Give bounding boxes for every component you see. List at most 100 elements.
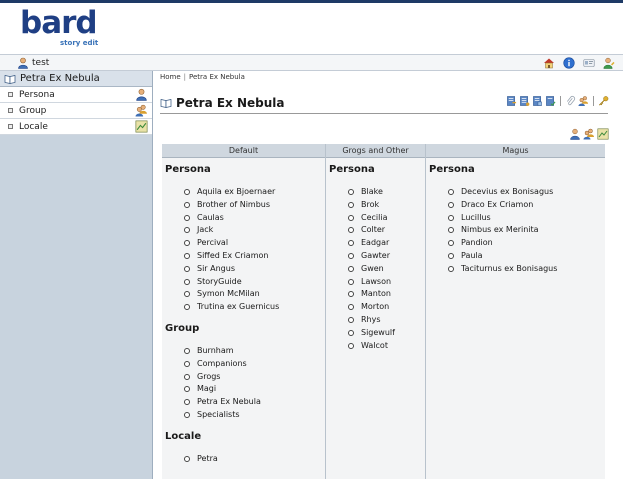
list-item[interactable]: Trutina ex Guernicus [162, 301, 325, 314]
list-item[interactable]: Pandion [426, 237, 605, 250]
map-icon[interactable] [135, 120, 148, 133]
home-icon[interactable] [543, 57, 555, 69]
table-toolbar [569, 128, 609, 140]
list-item[interactable]: Siffed Ex Criamon [162, 250, 325, 263]
list-item[interactable]: Burnham [162, 345, 325, 358]
sidebar-item-locale[interactable]: Locale [0, 119, 152, 135]
list-item[interactable]: Lucillus [426, 212, 605, 225]
add-locale-icon[interactable] [597, 128, 609, 140]
list-item[interactable]: Companions [162, 358, 325, 371]
list-item[interactable]: Nimbus ex Merinita [426, 224, 605, 237]
list-item[interactable]: Decevius ex Bonisagus [426, 186, 605, 199]
column-grogs-and-other: Grogs and Other Persona Blake Brok Cecil… [326, 144, 426, 479]
toolbar-divider [593, 96, 594, 106]
group-icon[interactable] [135, 104, 148, 117]
username: test [32, 58, 50, 68]
list-item[interactable]: Gwen [326, 263, 425, 276]
app-header: bard story edit [0, 3, 623, 54]
list-item[interactable]: Morton [326, 301, 425, 314]
app-logo[interactable]: bard [20, 7, 98, 39]
key-icon[interactable] [598, 95, 609, 107]
list-item[interactable]: Brother of Nimbus [162, 199, 325, 212]
user-bar: test [0, 54, 623, 71]
column-header[interactable]: Magus [426, 144, 605, 158]
list-item[interactable]: Sir Angus [162, 263, 325, 276]
users-icon[interactable] [578, 95, 589, 107]
breadcrumb-current[interactable]: Petra Ex Nebula [189, 73, 245, 81]
sidebar: Petra Ex Nebula Persona Group Locale [0, 71, 153, 479]
list-item[interactable]: Jack [162, 224, 325, 237]
sidebar-item-label: Persona [19, 89, 55, 100]
list-item[interactable]: Blake [326, 186, 425, 199]
list-item[interactable]: Colter [326, 224, 425, 237]
sidebar-root-item[interactable]: Petra Ex Nebula [0, 71, 152, 87]
user-icon [18, 57, 28, 69]
book-icon [160, 99, 172, 108]
sidebar-item-group[interactable]: Group [0, 103, 152, 119]
list-item[interactable]: Specialists [162, 409, 325, 422]
list-item[interactable]: Walcot [326, 340, 425, 353]
persona-list: Aquila ex Bjoernaer Brother of Nimbus Ca… [162, 186, 325, 314]
id-card-icon[interactable] [583, 57, 595, 69]
column-header[interactable]: Default [162, 144, 325, 158]
list-item[interactable]: Manton [326, 288, 425, 301]
list-item[interactable]: StoryGuide [162, 276, 325, 289]
edit-doc-icon[interactable] [506, 95, 517, 107]
list-item[interactable]: Cecilia [326, 212, 425, 225]
list-item[interactable]: Paula [426, 250, 605, 263]
breadcrumb-home-link[interactable]: Home [160, 73, 181, 81]
list-item[interactable]: Eadgar [326, 237, 425, 250]
sidebar-item-persona[interactable]: Persona [0, 87, 152, 103]
attach-icon[interactable] [565, 95, 576, 107]
section-title: Persona [429, 164, 475, 175]
section-title: Group [165, 322, 200, 334]
list-item[interactable]: Magi [162, 383, 325, 396]
user-toolbar [543, 57, 615, 69]
list-item[interactable]: Caulas [162, 212, 325, 225]
list-item[interactable]: Gawter [326, 250, 425, 263]
bullet-icon [8, 92, 13, 97]
column-header[interactable]: Grogs and Other [326, 144, 425, 158]
list-item[interactable]: Aquila ex Bjoernaer [162, 186, 325, 199]
info-icon[interactable] [563, 57, 575, 69]
page-title-text: Petra Ex Nebula [176, 96, 285, 110]
main-content: Home | Petra Ex Nebula Petra Ex Nebula Def… [154, 71, 623, 479]
persona-list: Blake Brok Cecilia Colter Eadgar Gawter … [326, 186, 425, 352]
breadcrumb: Home | Petra Ex Nebula [160, 73, 245, 81]
title-divider [160, 113, 608, 114]
list-item[interactable]: Petra [162, 453, 325, 466]
list-item[interactable]: Petra Ex Nebula [162, 396, 325, 409]
group-list: Burnham Companions Grogs Magi Petra Ex N… [162, 345, 325, 422]
bullet-icon [8, 108, 13, 113]
add-persona-icon[interactable] [569, 128, 581, 140]
doc-list-icon[interactable] [519, 95, 530, 107]
page-title: Petra Ex Nebula [160, 96, 285, 110]
list-item[interactable]: Sigewulf [326, 327, 425, 340]
current-user[interactable]: test [17, 57, 49, 69]
persona-icon[interactable] [135, 88, 148, 101]
app-logo-subtitle: story edit [60, 39, 99, 47]
breadcrumb-separator: | [183, 73, 187, 81]
persona-list: Decevius ex Bonisagus Draco Ex Criamon L… [426, 186, 605, 276]
add-group-icon[interactable] [583, 128, 595, 140]
list-item[interactable]: Draco Ex Criamon [426, 199, 605, 212]
list-item[interactable]: Taciturnus ex Bonisagus [426, 263, 605, 276]
toolbar-divider [560, 96, 561, 106]
doc-check-icon[interactable] [545, 95, 556, 107]
persona-table: Default Persona Aquila ex Bjoernaer Brot… [162, 144, 605, 479]
list-item[interactable]: Rhys [326, 314, 425, 327]
section-title: Persona [165, 164, 211, 175]
book-icon [4, 74, 16, 84]
sidebar-item-label: Locale [19, 121, 48, 132]
user-edit-icon[interactable] [603, 57, 615, 69]
column-default: Default Persona Aquila ex Bjoernaer Brot… [162, 144, 326, 479]
list-item[interactable]: Percival [162, 237, 325, 250]
sidebar-item-label: Group [19, 105, 47, 116]
section-title: Persona [329, 164, 375, 175]
list-item[interactable]: Brok [326, 199, 425, 212]
list-item[interactable]: Lawson [326, 276, 425, 289]
sidebar-root-label: Petra Ex Nebula [20, 73, 100, 84]
list-item[interactable]: Symon McMilan [162, 288, 325, 301]
list-item[interactable]: Grogs [162, 371, 325, 384]
doc-copy-icon[interactable] [532, 95, 543, 107]
